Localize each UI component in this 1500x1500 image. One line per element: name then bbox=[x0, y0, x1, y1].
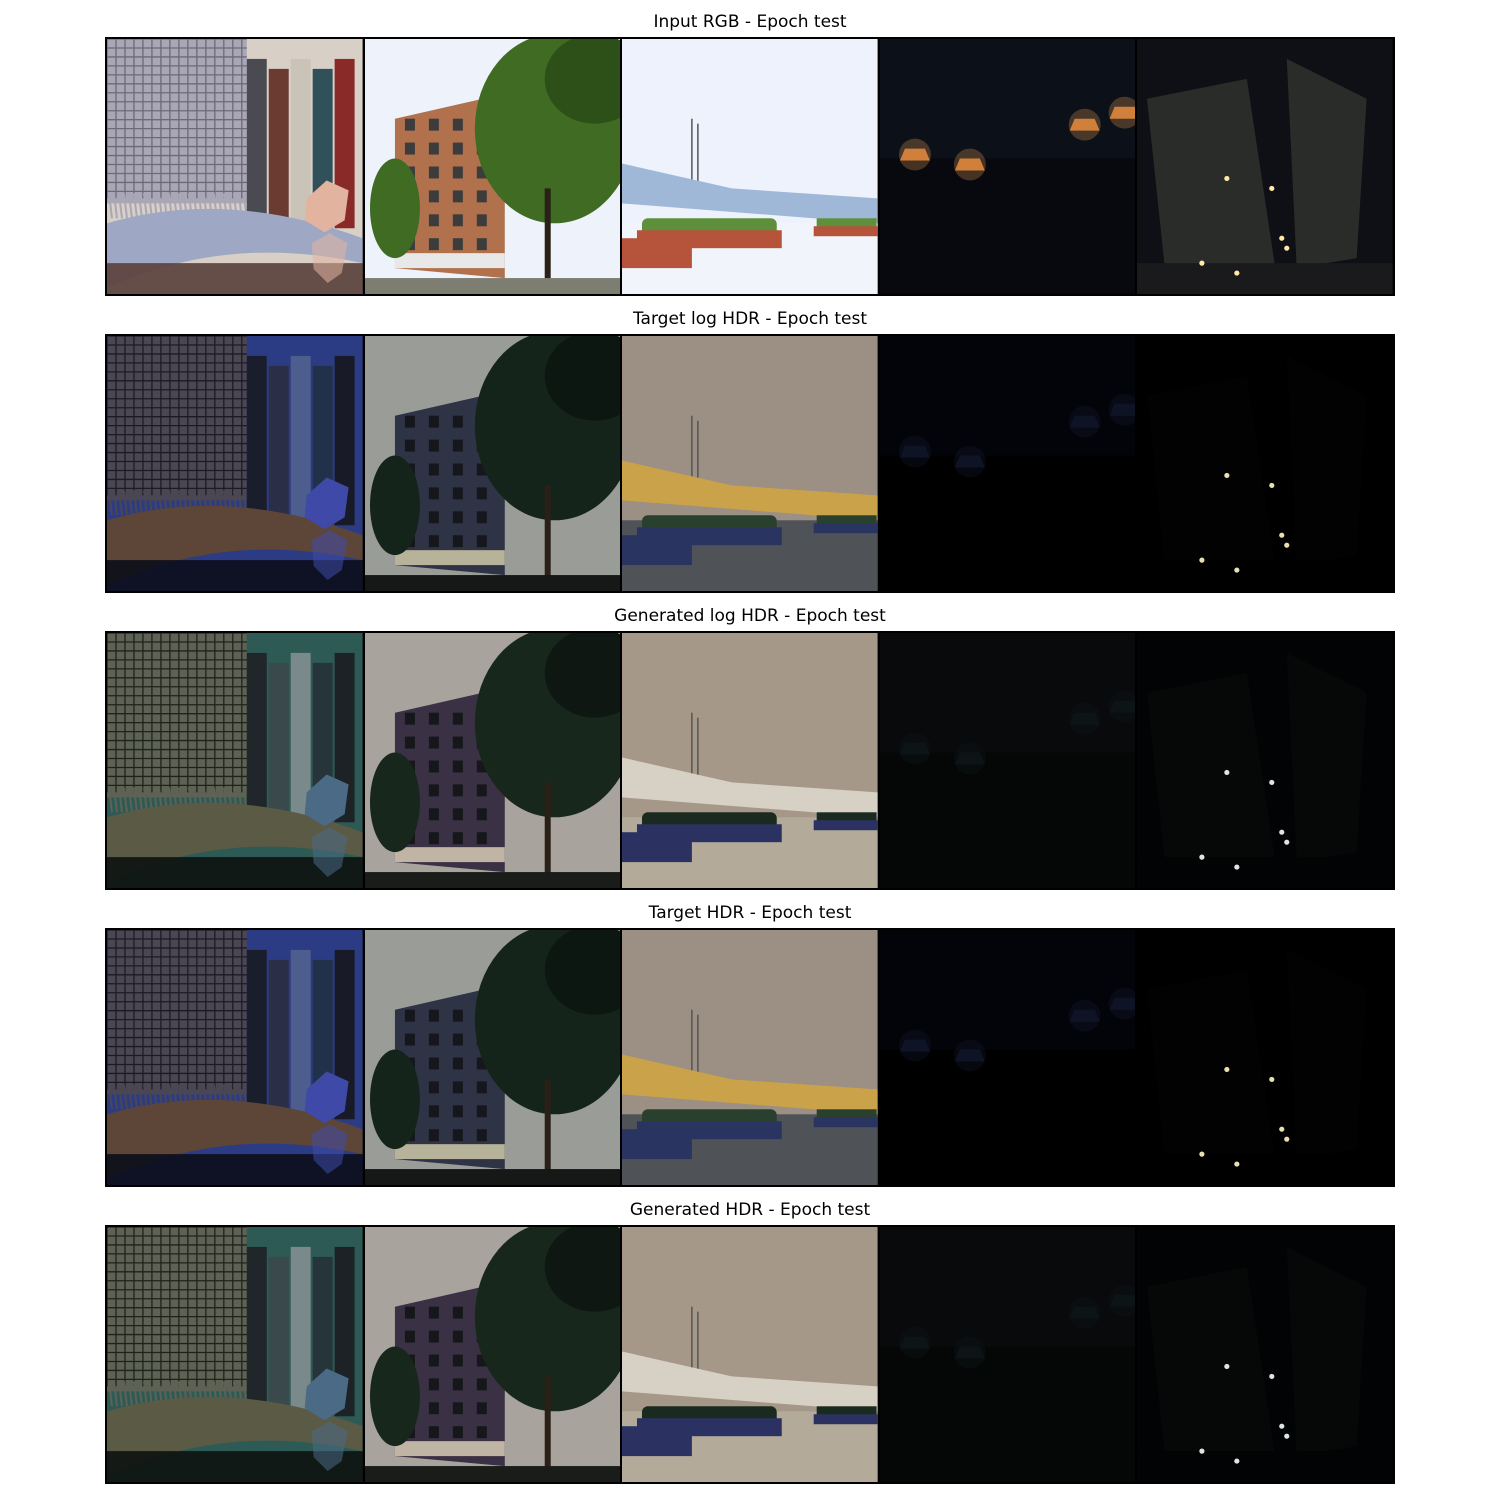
photo-night-glass-structure bbox=[1135, 1227, 1393, 1482]
photo-rug-and-books bbox=[107, 39, 363, 294]
photo-night-hanging-lamps bbox=[877, 1227, 1136, 1482]
photo-night-hanging-lamps bbox=[877, 930, 1136, 1185]
photo-stadium-plaza bbox=[620, 1227, 878, 1482]
photo-rug-and-books bbox=[107, 1227, 363, 1482]
photo-night-hanging-lamps bbox=[877, 633, 1136, 888]
photo-rug-and-books bbox=[107, 633, 363, 888]
photo-rug-and-books bbox=[107, 336, 363, 591]
image-strip bbox=[105, 928, 1395, 1187]
photo-brick-building-with-trees bbox=[362, 336, 621, 591]
photo-stadium-plaza bbox=[620, 633, 878, 888]
photo-night-glass-structure bbox=[1135, 930, 1393, 1185]
photo-night-glass-structure bbox=[1135, 633, 1393, 888]
image-strip bbox=[105, 334, 1395, 593]
row-title: Generated log HDR - Epoch test bbox=[614, 606, 886, 626]
image-strip bbox=[105, 1225, 1395, 1484]
row-title: Input RGB - Epoch test bbox=[653, 12, 847, 32]
photo-night-hanging-lamps bbox=[877, 39, 1136, 294]
photo-stadium-plaza bbox=[620, 39, 878, 294]
photo-brick-building-with-trees bbox=[362, 39, 621, 294]
photo-brick-building-with-trees bbox=[362, 1227, 621, 1482]
row-title: Generated HDR - Epoch test bbox=[629, 1200, 871, 1220]
row-title: Target log HDR - Epoch test bbox=[632, 309, 868, 329]
photo-stadium-plaza bbox=[620, 930, 878, 1185]
image-strip bbox=[105, 37, 1395, 296]
row-title: Target HDR - Epoch test bbox=[648, 903, 852, 923]
photo-night-glass-structure bbox=[1135, 336, 1393, 591]
photo-brick-building-with-trees bbox=[362, 633, 621, 888]
photo-brick-building-with-trees bbox=[362, 930, 621, 1185]
photo-night-hanging-lamps bbox=[877, 336, 1136, 591]
photo-rug-and-books bbox=[107, 930, 363, 1185]
photo-night-glass-structure bbox=[1135, 39, 1393, 294]
image-strip bbox=[105, 631, 1395, 890]
photo-stadium-plaza bbox=[620, 336, 878, 591]
